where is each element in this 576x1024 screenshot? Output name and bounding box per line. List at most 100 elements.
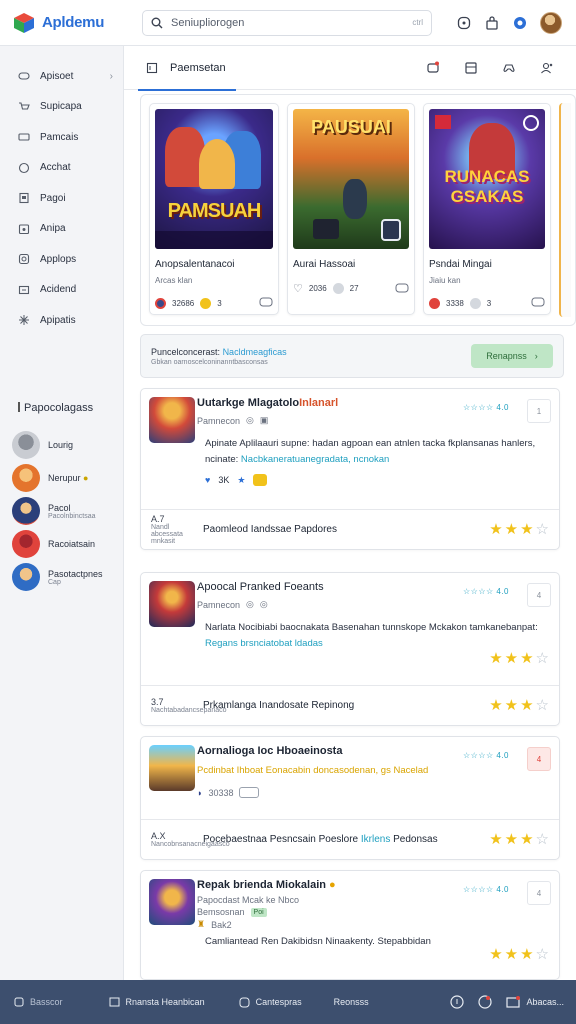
like-icon[interactable]: ◎ xyxy=(246,415,254,426)
controller-icon[interactable] xyxy=(502,61,516,75)
star-rating[interactable]: ★ ★ ★ ☆ xyxy=(489,832,549,847)
chat-icon xyxy=(239,997,250,1007)
sidebar-item-3[interactable]: Pamcais xyxy=(0,122,123,153)
game-card[interactable]: PAMSUAH Anopsalentanacoi Arcas klan 3268… xyxy=(149,103,279,315)
review-author-alt: Bemsosnan xyxy=(197,907,245,917)
chat-icon xyxy=(18,162,30,173)
review-author: Pamnecon xyxy=(197,599,241,610)
friends-icon[interactable] xyxy=(540,61,554,75)
star-icon: ★ xyxy=(489,697,503,714)
friend-name: Nerupur ● xyxy=(48,473,89,483)
bottom-item-2[interactable]: Cantespras xyxy=(239,997,302,1008)
game-thumbnail xyxy=(149,879,195,925)
sidebar-item-1[interactable]: Apisoet › xyxy=(0,61,123,92)
globe-icon[interactable] xyxy=(478,995,493,1009)
star-icon: ★ xyxy=(489,946,503,963)
promo-link[interactable]: Nacldmeagficas xyxy=(223,347,287,357)
bottom-item-3[interactable]: Reonsss xyxy=(334,997,369,1007)
chat-icon[interactable] xyxy=(456,15,472,31)
friend-item[interactable]: Lourig xyxy=(0,430,123,461)
controller-icon[interactable] xyxy=(531,297,545,309)
friend-item[interactable]: Pacol Pacolnbinctsaa xyxy=(0,496,123,527)
star-icon: ★ xyxy=(489,831,503,848)
like-icon[interactable]: ◎ xyxy=(246,599,254,610)
review-body: Apinate Aplilaauri supne: hadan agpoan e… xyxy=(205,438,536,465)
tag-icon[interactable] xyxy=(239,787,260,798)
friend-item[interactable]: Nerupur ● xyxy=(0,463,123,494)
sidebar-item-7[interactable]: Applops xyxy=(0,244,123,275)
bottom-item-1[interactable]: Rnansta Heanbican xyxy=(109,997,205,1007)
review-summary: Prkamlanga Inandosate Repinong xyxy=(203,700,355,711)
review-rank-box[interactable]: 1 xyxy=(527,399,551,423)
friend-item[interactable]: Racoiatsain xyxy=(0,529,123,560)
game-badge-icon xyxy=(155,297,166,309)
star-empty-icon: ☆ xyxy=(535,697,549,714)
review-link[interactable]: Ikrlens xyxy=(361,834,390,845)
sidebar-item-4[interactable]: Acchat xyxy=(0,153,123,184)
review-card[interactable]: Aornalioga Ioc Hboaeinosta Pcdinbat Ihbo… xyxy=(140,736,560,860)
bottom-item-account[interactable]: Abacas... xyxy=(506,996,564,1008)
review-rank-box[interactable]: 4 xyxy=(527,747,551,771)
ticket-icon xyxy=(18,133,30,141)
review-score: ☆☆☆☆ 4.0 xyxy=(462,403,509,412)
game-card[interactable]: PAUSUAI Aurai Hassoai ♡ 2036 27 xyxy=(287,103,415,315)
sidebar-item-9[interactable]: Apipatis xyxy=(0,305,123,336)
sidebar-item-label: Acidend xyxy=(40,284,77,296)
friend-item[interactable]: Pasotactpnes Cap xyxy=(0,562,123,593)
friend-status: Pacolnbinctsaa xyxy=(48,512,96,520)
user-avatar[interactable] xyxy=(540,11,562,34)
star-badge-icon[interactable]: ★ xyxy=(237,475,245,486)
bag-icon[interactable] xyxy=(484,15,500,31)
star-icon: ★ xyxy=(504,697,519,714)
controller-icon[interactable] xyxy=(259,297,273,309)
review-card[interactable]: Uutarkge MlagatoloInlanarl Pamnecon ◎ ▣ … xyxy=(140,388,560,550)
review-card[interactable]: Apoocal Pranked Foeants Pamnecon ◎ ◎ ☆☆☆… xyxy=(140,572,560,726)
sidebar-item-2[interactable]: Supicapa xyxy=(0,92,123,123)
friend-name: Pacol xyxy=(48,502,71,513)
next-card-peek[interactable] xyxy=(559,103,571,317)
twitter-icon[interactable]: ♥ xyxy=(205,475,210,485)
app-logo[interactable]: Apldemu xyxy=(0,11,124,35)
heart-icon[interactable]: ◗ xyxy=(197,788,202,798)
sidebar-item-6[interactable]: Anipa xyxy=(0,214,123,245)
help-icon[interactable] xyxy=(450,995,465,1009)
controller-icon[interactable] xyxy=(395,283,409,295)
star-rating[interactable]: ★ ★ ★ ☆ xyxy=(489,698,549,713)
cart-icon[interactable] xyxy=(426,61,440,75)
friend-name: Racoiatsain xyxy=(48,539,96,549)
search-input[interactable]: Seniupliorogen ctrl xyxy=(142,9,432,36)
game-card[interactable]: RUNACAS GSAKAS Psndai Mingai Jiaiu kan 3… xyxy=(423,103,551,315)
notification-icon[interactable] xyxy=(512,15,528,31)
star-rating[interactable]: ★ ★ ★ ☆ xyxy=(489,947,549,962)
review-rank-box[interactable]: 4 xyxy=(527,881,551,905)
review-card[interactable]: Repak brienda Miokalain ● Papocdast Mcak… xyxy=(140,870,560,980)
sidebar-item-8[interactable]: Acidend xyxy=(0,275,123,306)
store-icon[interactable] xyxy=(464,61,478,75)
heart-icon[interactable]: ♡ xyxy=(293,282,303,295)
search-icon xyxy=(151,17,163,28)
reaction-count: 3K xyxy=(218,475,230,485)
tab-active[interactable]: Paemsetan xyxy=(138,46,236,91)
star-rating[interactable]: ★ ★ ★ ☆ xyxy=(489,522,549,537)
play-count: 3338 xyxy=(446,298,464,308)
bottom-item-home[interactable]: Basscor xyxy=(14,997,63,1007)
avatar xyxy=(12,530,40,558)
review-rank-box[interactable]: 4 xyxy=(527,583,551,607)
share-icon[interactable]: ◎ xyxy=(260,599,268,610)
coin-icon xyxy=(469,297,481,309)
emoji-icon[interactable] xyxy=(253,474,268,486)
star-icon: ★ xyxy=(520,831,534,848)
promo-button[interactable]: Renapnss › xyxy=(471,344,553,368)
review-link[interactable]: Regans brsnciatobat ldadas xyxy=(205,638,323,649)
sidebar-item-5[interactable]: Pagoi xyxy=(0,183,123,214)
star-icon: ★ xyxy=(520,697,534,714)
review-link[interactable]: Nacbkaneratuanegradata, ncnokan xyxy=(241,454,389,465)
star-rating[interactable]: ★ ★ ★ ☆ xyxy=(489,651,549,666)
review-score: ☆☆☆☆ 4.0 xyxy=(462,885,509,894)
avatar xyxy=(12,464,40,492)
share-icon[interactable]: ▣ xyxy=(260,415,269,426)
box-icon xyxy=(18,285,30,294)
bottom-item-label: Cantespras xyxy=(255,997,302,1007)
star-empty-icon: ☆ xyxy=(535,521,549,538)
review-badge: Poi xyxy=(250,907,267,917)
